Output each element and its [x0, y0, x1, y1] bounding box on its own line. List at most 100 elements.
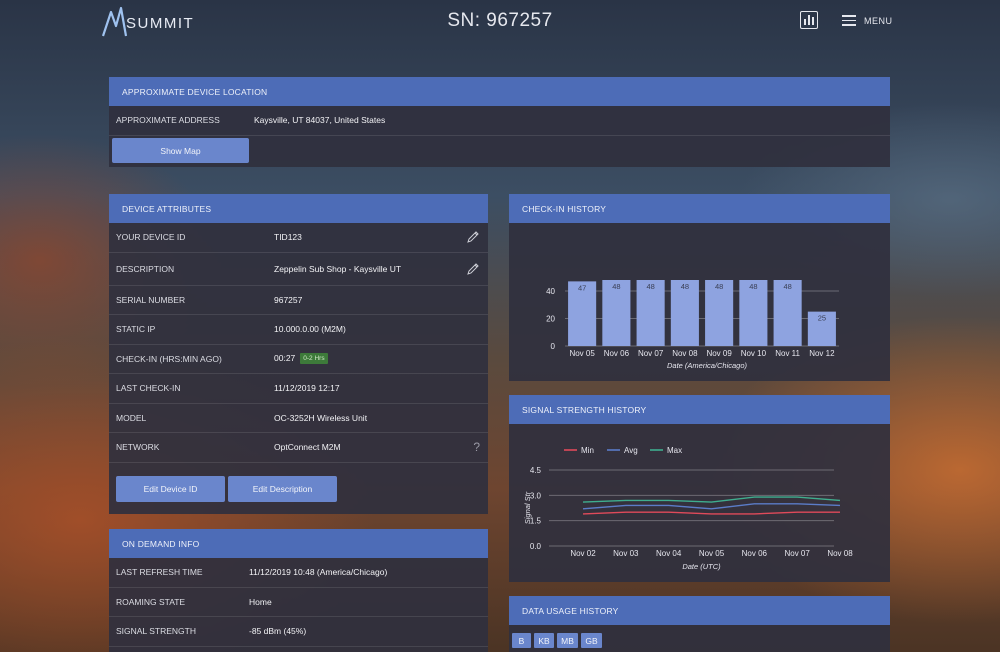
y-tick-label: 40 — [546, 287, 555, 296]
status-badge: 0-2 Hrs — [300, 353, 328, 365]
bar-value-label: 48 — [749, 282, 757, 291]
legend-label: Avg — [624, 446, 638, 455]
signal-strength-value: -85 dBm (45%) — [249, 626, 307, 637]
x-tick-label: Nov 11 — [775, 349, 800, 358]
attr-label: YOUR DEVICE ID — [116, 232, 186, 243]
attr-label: LAST CHECK-IN — [116, 383, 181, 394]
checkin-history-title: CHECK-IN HISTORY — [509, 194, 890, 223]
legend-label: Max — [667, 446, 682, 455]
menu-label: MENU — [864, 15, 893, 26]
model-value: OC-3252H Wireless Unit — [274, 412, 368, 423]
attr-row-description: DESCRIPTION Zeppelin Sub Shop - Kaysvill… — [109, 253, 488, 286]
attr-row-checkin: CHECK-IN (HRS:MIN AGO) 00:27 0-2 Hrs — [109, 345, 488, 374]
bar-value-label: 48 — [681, 282, 689, 291]
location-panel: APPROXIMATE DEVICE LOCATION APPROXIMATE … — [109, 77, 890, 167]
help-icon[interactable]: ? — [473, 440, 480, 454]
attr-row-device-id: YOUR DEVICE ID TID123 — [109, 223, 488, 253]
address-row: APPROXIMATE ADDRESS Kaysville, UT 84037,… — [109, 106, 890, 136]
attr-label: SERIAL NUMBER — [116, 294, 186, 305]
y-tick-label: 0.0 — [530, 542, 542, 551]
x-tick-label: Nov 02 — [570, 549, 596, 558]
top-bar: SUMMIT SN: 967257 MENU — [0, 0, 1000, 44]
edit-description-button[interactable]: Edit Description — [228, 476, 337, 502]
y-tick-label: 0 — [551, 342, 556, 351]
x-tick-label: Nov 07 — [638, 349, 664, 358]
menu-button[interactable]: MENU — [842, 15, 893, 26]
attr-label: MODEL — [116, 412, 147, 423]
device-attributes-title: DEVICE ATTRIBUTES — [109, 194, 488, 223]
static-ip-value: 10.000.0.00 (M2M) — [274, 324, 346, 335]
description-value: Zeppelin Sub Shop - Kaysville UT — [274, 263, 402, 274]
x-tick-label: Nov 07 — [784, 549, 810, 558]
bar-value-label: 47 — [578, 283, 586, 292]
attr-row-serial: SERIAL NUMBER 967257 — [109, 286, 488, 315]
roaming-value: Home — [249, 596, 272, 607]
x-tick-label: Nov 10 — [741, 349, 767, 358]
x-tick-label: Nov 03 — [613, 549, 639, 558]
series-line-avg — [582, 503, 841, 510]
attr-label: CHECK-IN (HRS:MIN AGO) — [116, 353, 222, 364]
checkin-history-panel: CHECK-IN HISTORY 0 20 40 47 Nov 05 48 Nov 06 48… — [509, 194, 890, 381]
checkin-bar-chart: 0 20 40 47 Nov 05 48 Nov 06 48 Nov 07 48 Nov 08 48 N… — [546, 280, 839, 370]
x-tick-label: Nov 06 — [742, 549, 768, 558]
series-line-min — [582, 511, 840, 515]
on-demand-label: LAST REFRESH TIME — [116, 567, 203, 578]
attr-row-last-checkin: LAST CHECK-IN 11/12/2019 12:17 — [109, 374, 488, 404]
hamburger-icon — [842, 15, 856, 26]
x-tick-label: Nov 04 — [656, 549, 682, 558]
x-axis-label: Date (America/Chicago) — [667, 361, 748, 370]
signal-history-panel: SIGNAL STRENGTH HISTORY 0.0 1.5 3.0 4.5 Min A… — [509, 395, 890, 582]
bar-chart-icon[interactable] — [800, 11, 818, 29]
bar-value-label: 25 — [818, 314, 826, 323]
attr-row-static-ip: STATIC IP 10.000.0.00 (M2M) — [109, 315, 488, 345]
checkin-value-wrap: 00:27 0-2 Hrs — [274, 353, 328, 365]
attr-label: STATIC IP — [116, 324, 156, 335]
x-tick-label: Nov 06 — [604, 349, 630, 358]
attr-label: NETWORK — [116, 442, 160, 453]
unit-button-gb[interactable]: GB — [581, 633, 602, 648]
bar-value-label: 48 — [715, 282, 723, 291]
x-tick-label: Nov 09 — [706, 349, 732, 358]
bar-value-label: 48 — [646, 282, 654, 291]
on-demand-title: ON DEMAND INFO — [109, 529, 488, 558]
edit-device-id-button[interactable]: Edit Device ID — [116, 476, 225, 502]
unit-button-kb[interactable]: KB — [534, 633, 554, 648]
address-label: APPROXIMATE ADDRESS — [116, 115, 220, 126]
on-demand-row: LAST REFRESH TIME 11/12/2019 10:48 (Amer… — [109, 558, 488, 588]
y-tick-label: 20 — [546, 315, 555, 324]
attr-row-model: MODEL OC-3252H Wireless Unit — [109, 404, 488, 433]
address-value: Kaysville, UT 84037, United States — [254, 115, 386, 126]
on-demand-label: ROAMING STATE — [116, 596, 186, 607]
pencil-icon[interactable] — [466, 230, 480, 244]
on-demand-row: ROAMING STATE Home — [109, 588, 488, 617]
refresh-time-value: 11/12/2019 10:48 (America/Chicago) — [249, 567, 388, 578]
x-tick-label: Nov 12 — [809, 349, 835, 358]
unit-button-mb[interactable]: MB — [557, 633, 578, 648]
y-tick-label: 4.5 — [530, 466, 542, 475]
unit-button-b[interactable]: B — [512, 633, 531, 648]
device-attributes-panel: DEVICE ATTRIBUTES YOUR DEVICE ID TID123 … — [109, 194, 488, 514]
pencil-icon[interactable] — [466, 262, 480, 276]
network-value: OptConnect M2M — [274, 442, 341, 453]
last-checkin-value: 11/12/2019 12:17 — [274, 383, 340, 394]
serial-value: 967257 — [274, 294, 303, 305]
show-map-button[interactable]: Show Map — [112, 138, 249, 163]
on-demand-panel: ON DEMAND INFO LAST REFRESH TIME 11/12/2… — [109, 529, 488, 652]
attr-label: DESCRIPTION — [116, 263, 175, 274]
location-title: APPROXIMATE DEVICE LOCATION — [109, 77, 890, 106]
x-tick-label: Nov 08 — [827, 549, 853, 558]
signal-history-title: SIGNAL STRENGTH HISTORY — [509, 395, 890, 424]
x-tick-label: Nov 05 — [569, 349, 595, 358]
x-tick-label: Nov 08 — [672, 349, 698, 358]
on-demand-row: SIGNAL STRENGTH -85 dBm (45%) — [109, 617, 488, 647]
x-axis-label: Date (UTC) — [682, 562, 721, 571]
checkin-value: 00:27 — [274, 353, 296, 364]
signal-line-chart: 0.01.53.04.5Min Avg MaxNov 02 Nov 03 Nov 04 N… — [523, 446, 853, 571]
bar-value-label: 48 — [783, 282, 791, 291]
on-demand-label: SIGNAL STRENGTH — [116, 626, 196, 637]
device-id-value: TID123 — [274, 232, 302, 243]
x-tick-label: Nov 05 — [699, 549, 725, 558]
series-line-max — [582, 496, 841, 503]
y-axis-label: Signal Str — [523, 491, 532, 524]
bar-value-label: 48 — [612, 282, 620, 291]
